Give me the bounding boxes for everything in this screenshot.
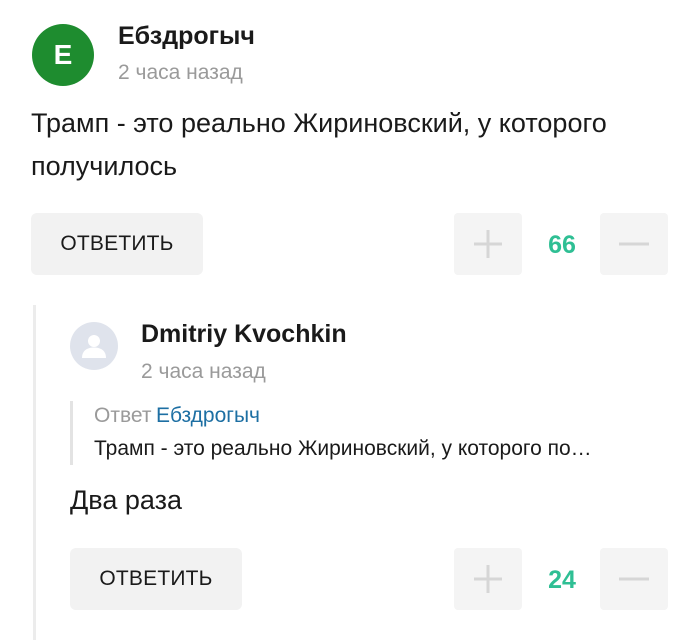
upvote-button[interactable]	[454, 213, 522, 275]
plus-icon	[474, 565, 502, 593]
avatar[interactable]	[70, 322, 118, 370]
quote-author-link[interactable]: Ебздрогыч	[156, 404, 260, 427]
plus-icon	[474, 230, 502, 258]
reply-button-label: ОТВЕТИТЬ	[60, 232, 174, 255]
avatar-letter: Е	[53, 39, 73, 70]
comment-timestamp: 2 часа назад	[141, 360, 266, 383]
comment-timestamp: 2 часа назад	[118, 61, 243, 84]
comment-text: Трамп - это реально Жириновский, у котор…	[31, 108, 607, 181]
minus-icon	[619, 577, 649, 581]
avatar[interactable]: Е	[32, 24, 94, 86]
vote-score: 66	[548, 231, 576, 259]
upvote-button[interactable]	[454, 548, 522, 610]
comment-text: Два раза	[70, 485, 182, 515]
reply-button-label: ОТВЕТИТЬ	[99, 567, 213, 590]
quote-bar	[70, 401, 73, 465]
comment-author[interactable]: Ебздрогыч	[118, 22, 255, 51]
downvote-button[interactable]	[600, 548, 668, 610]
downvote-button[interactable]	[600, 213, 668, 275]
quote-text[interactable]: Трамп - это реально Жириновский, у котор…	[94, 437, 666, 461]
quote-prefix: Ответ	[94, 404, 152, 427]
reply-button[interactable]: ОТВЕТИТЬ	[70, 548, 242, 610]
user-silhouette-icon	[82, 335, 106, 358]
minus-icon	[619, 242, 649, 246]
reply-button[interactable]: ОТВЕТИТЬ	[31, 213, 203, 275]
comment-author[interactable]: Dmitriy Kvochkin	[141, 320, 347, 349]
vote-score: 24	[548, 566, 576, 594]
thread-line	[33, 305, 36, 640]
quote-header: Ответ Ебздрогыч	[94, 404, 260, 428]
